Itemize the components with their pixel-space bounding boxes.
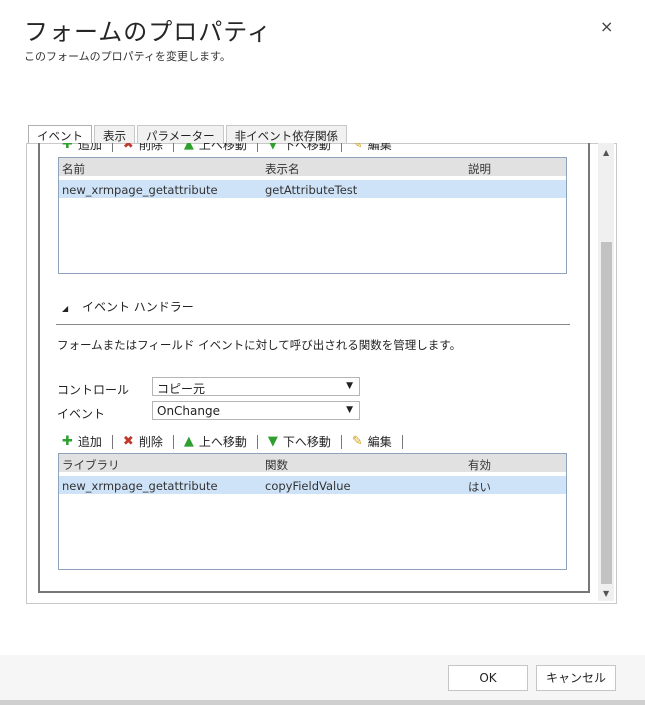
- column-header-display-name[interactable]: 表示名: [262, 158, 465, 176]
- tab-non-event-dependencies[interactable]: 非イベント依存関係: [225, 125, 348, 145]
- control-select[interactable]: コピー元 ▼: [152, 377, 360, 396]
- event-label: イベント: [57, 407, 106, 421]
- table-row[interactable]: new_xrmpage_getattribute getAttributeTes…: [59, 180, 566, 198]
- handlers-description: フォームまたはフィールド イベントに対して呼び出される関数を管理します。: [57, 338, 462, 352]
- cell-description: [465, 180, 565, 198]
- section-divider: [56, 324, 570, 325]
- add-icon: ✚: [62, 143, 73, 152]
- dialog-title: フォームのプロパティ: [24, 18, 272, 46]
- cell-library: new_xrmpage_getattribute: [62, 479, 218, 493]
- event-handlers-section-header[interactable]: ◢ イベント ハンドラー: [62, 298, 194, 315]
- handler-edit-button[interactable]: ✎ 編集: [352, 433, 392, 450]
- handlers-grid: ライブラリ 関数 有効 new_xrmpage_getattribute cop…: [58, 453, 567, 570]
- scroll-up-icon[interactable]: ▲: [603, 148, 609, 157]
- ok-button[interactable]: OK: [448, 665, 528, 691]
- event-select[interactable]: OnChange ▼: [152, 401, 360, 420]
- column-header-enabled[interactable]: 有効: [465, 454, 565, 472]
- library-move-up-button[interactable]: ▲ 上へ移動: [184, 143, 247, 153]
- handler-move-down-button[interactable]: ▼ 下へ移動: [268, 433, 331, 450]
- library-grid-header: 名前 表示名 説明: [59, 158, 566, 176]
- scroll-down-icon[interactable]: ▼: [603, 589, 609, 598]
- toolbar-separator: [340, 434, 342, 449]
- toolbar-separator: [111, 143, 113, 152]
- cell-name: new_xrmpage_getattribute: [62, 183, 218, 197]
- window-bottom-bar: [0, 700, 645, 705]
- handlers-grid-header: ライブラリ 関数 有効: [59, 454, 566, 472]
- toolbar-separator: [340, 143, 342, 152]
- dropdown-arrow-icon: ▼: [346, 405, 353, 415]
- toolbar-separator: [401, 434, 403, 449]
- tab-strip: イベント 表示 パラメーター 非イベント依存関係: [28, 125, 349, 147]
- library-delete-button[interactable]: ✖ 削除: [123, 143, 163, 153]
- collapse-triangle-icon: ◢: [62, 304, 69, 313]
- scrollbar-thumb[interactable]: [601, 242, 612, 584]
- table-row[interactable]: new_xrmpage_getattribute copyFieldValue …: [59, 476, 566, 494]
- delete-icon: ✖: [122, 434, 134, 449]
- handler-move-up-button[interactable]: ▲ 上へ移動: [184, 433, 247, 450]
- arrow-up-icon: ▲: [183, 143, 194, 152]
- handler-add-button[interactable]: ✚ 追加: [62, 433, 102, 450]
- library-toolbar: ✚ 追加 ✖ 削除 ▲ 上へ移動 ▼ 下へ移動 ✎ 編集: [62, 143, 398, 153]
- library-grid: 名前 表示名 説明 new_xrmpage_getattribute getAt…: [58, 157, 567, 274]
- toolbar-separator: [172, 434, 174, 449]
- tab-display[interactable]: 表示: [94, 125, 135, 145]
- control-label: コントロール: [57, 383, 130, 397]
- arrow-down-icon: ▼: [267, 143, 278, 152]
- cancel-button[interactable]: キャンセル: [536, 665, 616, 691]
- tab-parameters[interactable]: パラメーター: [137, 125, 224, 145]
- close-icon[interactable]: ×: [600, 17, 613, 36]
- arrow-up-icon: ▲: [183, 434, 194, 449]
- handler-delete-button[interactable]: ✖ 削除: [123, 433, 163, 450]
- library-edit-button[interactable]: ✎ 編集: [352, 143, 392, 153]
- column-header-function[interactable]: 関数: [262, 454, 465, 472]
- cell-function: copyFieldValue: [265, 479, 351, 493]
- cell-enabled: はい: [468, 480, 491, 494]
- add-icon: ✚: [62, 434, 73, 449]
- column-header-description[interactable]: 説明: [465, 158, 565, 176]
- edit-icon: ✎: [351, 434, 363, 449]
- column-header-library[interactable]: ライブラリ: [59, 454, 262, 472]
- toolbar-separator: [172, 143, 174, 152]
- delete-icon: ✖: [122, 143, 134, 152]
- arrow-down-icon: ▼: [267, 434, 278, 449]
- toolbar-separator: [256, 434, 258, 449]
- handlers-toolbar: ✚ 追加 ✖ 削除 ▲ 上へ移動 ▼ 下へ移動 ✎ 編集: [62, 433, 413, 450]
- library-add-button[interactable]: ✚ 追加: [62, 143, 102, 153]
- dialog-subtitle: このフォームのプロパティを変更します。: [24, 50, 231, 63]
- toolbar-separator: [256, 143, 258, 152]
- edit-icon: ✎: [351, 143, 363, 152]
- cell-display-name: getAttributeTest: [265, 183, 358, 197]
- dropdown-arrow-icon: ▼: [346, 381, 353, 391]
- library-move-down-button[interactable]: ▼ 下へ移動: [268, 143, 331, 153]
- toolbar-separator: [111, 434, 113, 449]
- column-header-name[interactable]: 名前: [59, 158, 262, 176]
